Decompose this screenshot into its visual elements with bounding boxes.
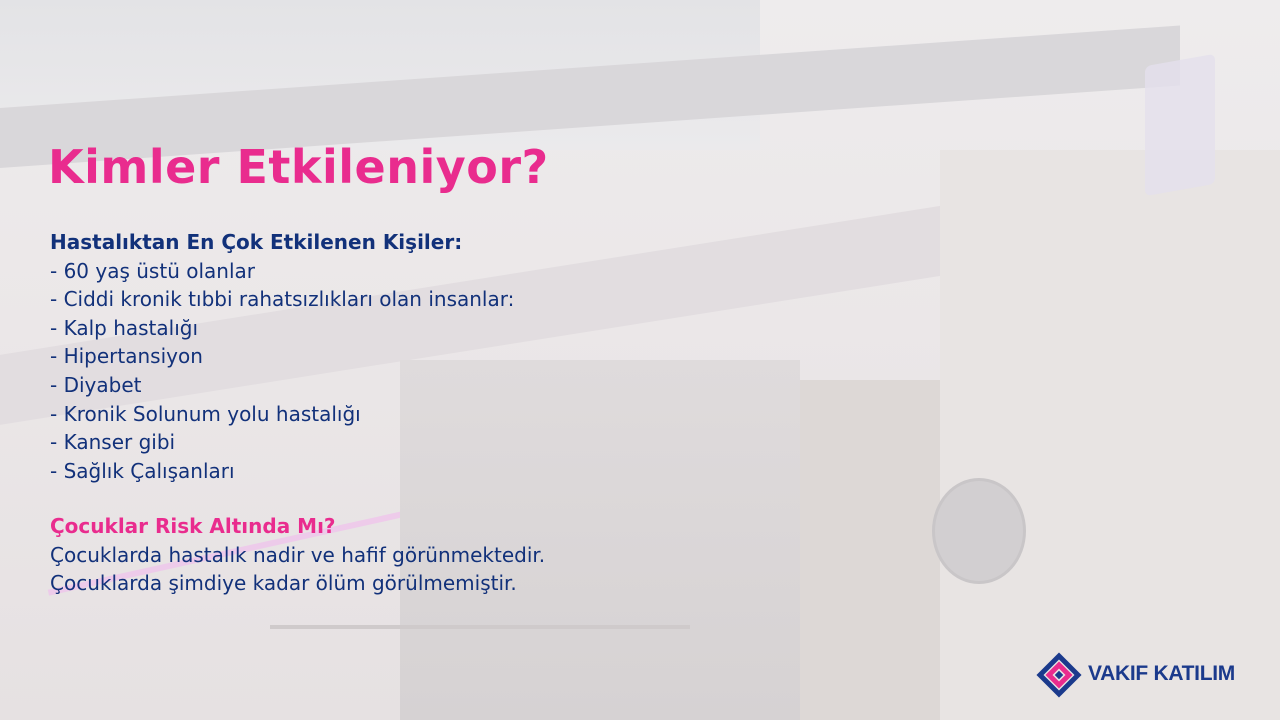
slide-content: Kimler Etkileniyor? Hastalıktan En Çok E… bbox=[0, 0, 1280, 720]
affected-item: - Kronik Solunum yolu hastalığı bbox=[50, 401, 361, 426]
brand-logo: VAKIF KATILIM bbox=[1036, 652, 1260, 698]
affected-item: - Hipertansiyon bbox=[50, 344, 203, 369]
children-section: Çocuklar Risk Altında Mı? Çocuklarda has… bbox=[50, 512, 545, 598]
affected-item: - Kalp hastalığı bbox=[50, 315, 199, 340]
affected-heading: Hastalıktan En Çok Etkilenen Kişiler: bbox=[50, 230, 463, 254]
affected-section: Hastalıktan En Çok Etkilenen Kişiler: - … bbox=[50, 228, 514, 485]
slide-title: Kimler Etkileniyor? bbox=[48, 140, 549, 194]
affected-item: - 60 yaş üstü olanlar bbox=[50, 258, 255, 283]
vakif-katilim-logo-mark-icon bbox=[1036, 652, 1082, 698]
affected-item: - Sağlık Çalışanları bbox=[50, 458, 235, 483]
children-line: Çocuklarda şimdiye kadar ölüm görülmemiş… bbox=[50, 571, 517, 596]
children-line: Çocuklarda hastalık nadir ve hafif görün… bbox=[50, 542, 546, 567]
affected-item: - Kanser gibi bbox=[50, 430, 176, 455]
brand-name: VAKIF KATILIM bbox=[1088, 662, 1235, 685]
affected-item: - Diyabet bbox=[50, 372, 142, 397]
affected-item: - Ciddi kronik tıbbi rahatsızlıkları ola… bbox=[50, 287, 515, 312]
children-heading: Çocuklar Risk Altında Mı? bbox=[50, 514, 336, 538]
